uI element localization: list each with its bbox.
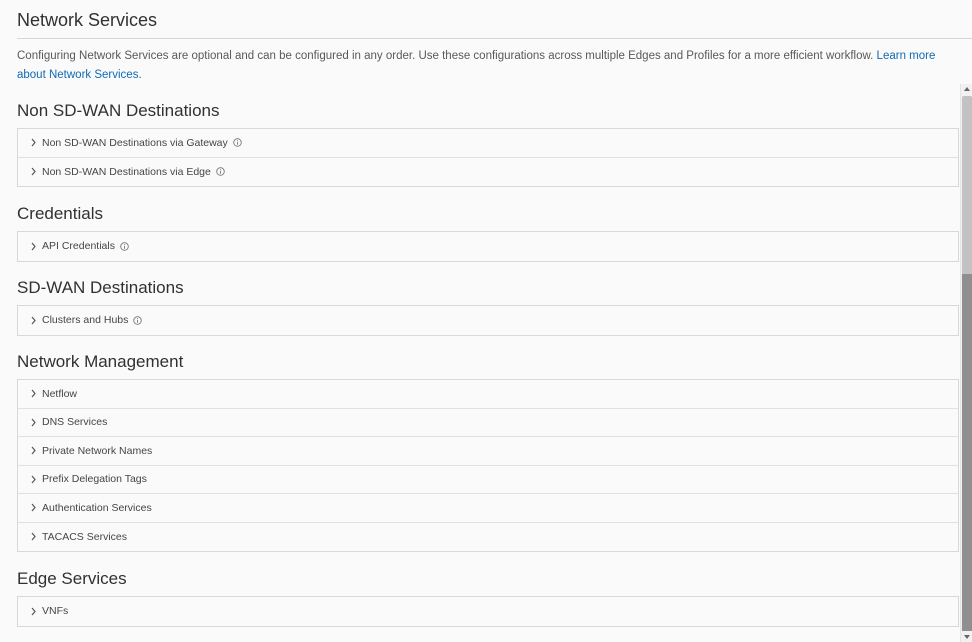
row-label: API Credentials [42,240,115,253]
edge-services-panel: VNFs [17,596,959,627]
row-label: TACACS Services [42,530,127,543]
row-authentication-services[interactable]: Authentication Services [18,494,958,523]
info-circle-icon[interactable] [133,316,143,325]
network-services-page: Network Services Configuring Network Ser… [0,0,972,642]
scrollbar-thumb[interactable] [962,274,972,631]
non-sdwan-panel: Non SD-WAN Destinations via Gateway Non … [17,128,959,187]
credentials-panel: API Credentials [17,231,959,262]
row-vnfs[interactable]: VNFs [18,597,958,626]
row-non-sdwan-via-edge[interactable]: Non SD-WAN Destinations via Edge [18,158,958,187]
chevron-right-icon[interactable] [29,316,38,325]
chevron-right-icon[interactable] [29,503,38,512]
row-dns-services[interactable]: DNS Services [18,409,958,437]
section-title-network-management: Network Management [17,352,184,371]
sdwan-panel: Clusters and Hubs [17,305,959,336]
chevron-right-icon[interactable] [29,138,38,147]
chevron-right-icon[interactable] [29,475,38,484]
info-circle-icon[interactable] [216,167,225,176]
row-label: VNFs [42,605,69,618]
section-title-edge-services: Edge Services [17,569,127,588]
section-title-non-sdwan: Non SD-WAN Destinations [17,101,220,120]
network-management-panel: Netflow DNS Services Private Network Nam… [17,379,959,552]
row-label: DNS Services [42,416,108,429]
row-label: Prefix Delegation Tags [42,473,147,486]
row-netflow[interactable]: Netflow [18,380,958,409]
scroll-down-icon[interactable] [961,632,972,642]
chevron-right-icon[interactable] [29,418,38,427]
row-label: Authentication Services [42,501,152,514]
row-label: Netflow [42,387,78,400]
row-label: Non SD-WAN Destinations via Gateway [42,136,228,149]
info-circle-icon[interactable] [233,138,242,147]
row-label: Private Network Names [42,444,153,457]
section-title-sdwan: SD-WAN Destinations [17,278,184,297]
chevron-right-icon[interactable] [29,446,38,455]
row-api-credentials[interactable]: API Credentials [18,232,958,261]
info-circle-icon[interactable] [120,242,129,251]
title-divider [17,38,972,39]
scroll-up-icon[interactable] [961,84,972,94]
chevron-right-icon[interactable] [29,242,38,251]
row-private-network-names[interactable]: Private Network Names [18,437,958,466]
row-prefix-delegation-tags[interactable]: Prefix Delegation Tags [18,466,958,494]
page-title: Network Services [17,10,158,30]
section-title-credentials: Credentials [17,204,103,223]
chevron-right-icon[interactable] [29,167,38,176]
intro-description: Configuring Network Services are optiona… [17,50,877,62]
vertical-scrollbar[interactable] [960,84,972,642]
chevron-right-icon[interactable] [29,607,38,616]
row-label: Clusters and Hubs [42,314,129,327]
chevron-right-icon[interactable] [29,389,38,398]
row-clusters-and-hubs[interactable]: Clusters and Hubs [18,306,958,335]
row-non-sdwan-via-gateway[interactable]: Non SD-WAN Destinations via Gateway [18,129,958,158]
row-tacacs-services[interactable]: TACACS Services [18,523,958,552]
intro-text: Configuring Network Services are optiona… [17,47,962,85]
chevron-right-icon[interactable] [29,532,38,541]
row-label: Non SD-WAN Destinations via Edge [42,165,211,178]
